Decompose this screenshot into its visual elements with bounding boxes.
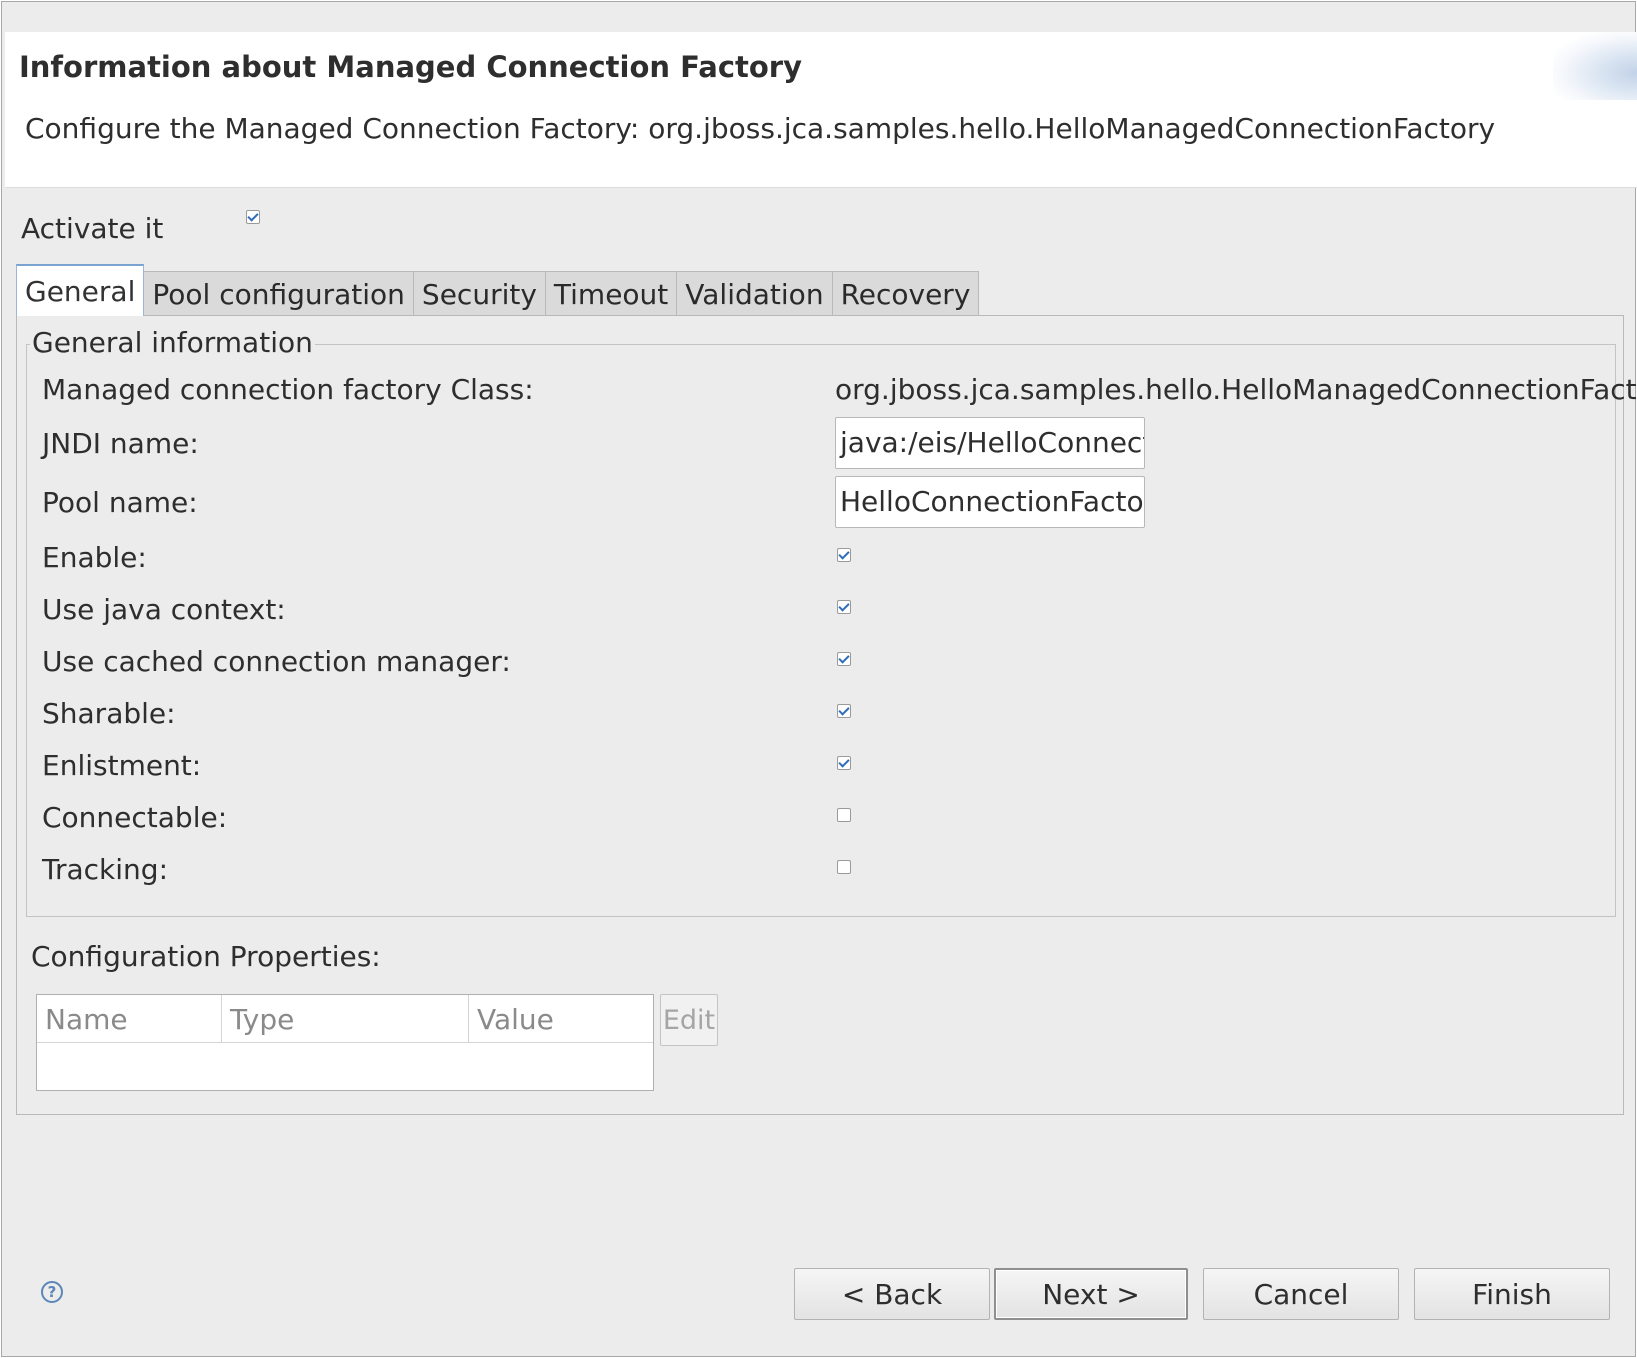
use-cached-connection-manager-label: Use cached connection manager: — [42, 645, 511, 678]
general-information-group: General information Managed connection f… — [26, 326, 1637, 917]
configuration-properties-label: Configuration Properties: — [31, 940, 381, 973]
tab-validation[interactable]: Validation — [676, 271, 833, 316]
help-icon[interactable]: ? — [41, 1281, 63, 1303]
column-header-name[interactable]: Name — [37, 995, 222, 1042]
sharable-checkbox[interactable] — [837, 704, 851, 718]
configuration-properties-table[interactable]: Name Type Value — [36, 994, 654, 1091]
wizard-dialog: Information about Managed Connection Fac… — [1, 1, 1637, 1357]
pool-label: Pool name: — [42, 486, 198, 519]
back-button[interactable]: < Back — [794, 1268, 990, 1320]
jndi-label: JNDI name: — [42, 427, 199, 460]
enlistment-label: Enlistment: — [42, 749, 202, 782]
next-button[interactable]: Next > — [994, 1268, 1188, 1320]
connectable-checkbox[interactable] — [837, 808, 851, 822]
page-description: Configure the Managed Connection Factory… — [25, 112, 1496, 145]
class-label: Managed connection factory Class: — [42, 373, 534, 406]
connectable-label: Connectable: — [42, 801, 228, 834]
tab-recovery[interactable]: Recovery — [831, 271, 980, 316]
jndi-name-input[interactable]: java:/eis/HelloConnectionFactory — [835, 417, 1145, 469]
use-cached-connection-manager-checkbox[interactable] — [837, 652, 851, 666]
page-title: Information about Managed Connection Fac… — [19, 50, 802, 84]
tracking-label: Tracking: — [42, 853, 168, 886]
pool-name-input[interactable]: HelloConnectionFactory — [835, 476, 1145, 528]
enlistment-checkbox[interactable] — [837, 756, 851, 770]
tab-pool-configuration[interactable]: Pool configuration — [143, 271, 414, 316]
tab-general[interactable]: General — [16, 264, 145, 316]
class-value: org.jboss.jca.samples.hello.HelloManaged… — [835, 373, 1637, 406]
edit-button[interactable]: Edit — [660, 994, 718, 1046]
activate-label: Activate it — [21, 212, 164, 245]
wizard-banner-image — [1553, 32, 1637, 100]
use-java-context-label: Use java context: — [42, 593, 286, 626]
general-tab-panel: General information Managed connection f… — [16, 315, 1637, 1115]
group-title: General information — [30, 326, 315, 359]
wizard-header: Information about Managed Connection Fac… — [5, 32, 1637, 188]
table-header: Name Type Value — [37, 995, 653, 1043]
tab-security[interactable]: Security — [412, 271, 546, 316]
sharable-label: Sharable: — [42, 697, 176, 730]
tracking-checkbox[interactable] — [837, 860, 851, 874]
activate-checkbox[interactable] — [246, 210, 260, 224]
column-header-type[interactable]: Type — [222, 995, 469, 1042]
enable-checkbox[interactable] — [837, 548, 851, 562]
use-java-context-checkbox[interactable] — [837, 600, 851, 614]
enable-label: Enable: — [42, 541, 147, 574]
tab-bar: General Pool configuration Security Time… — [16, 264, 980, 316]
tab-timeout[interactable]: Timeout — [544, 271, 678, 316]
cancel-button[interactable]: Cancel — [1203, 1268, 1399, 1320]
column-header-value[interactable]: Value — [469, 995, 653, 1042]
finish-button[interactable]: Finish — [1414, 1268, 1610, 1320]
